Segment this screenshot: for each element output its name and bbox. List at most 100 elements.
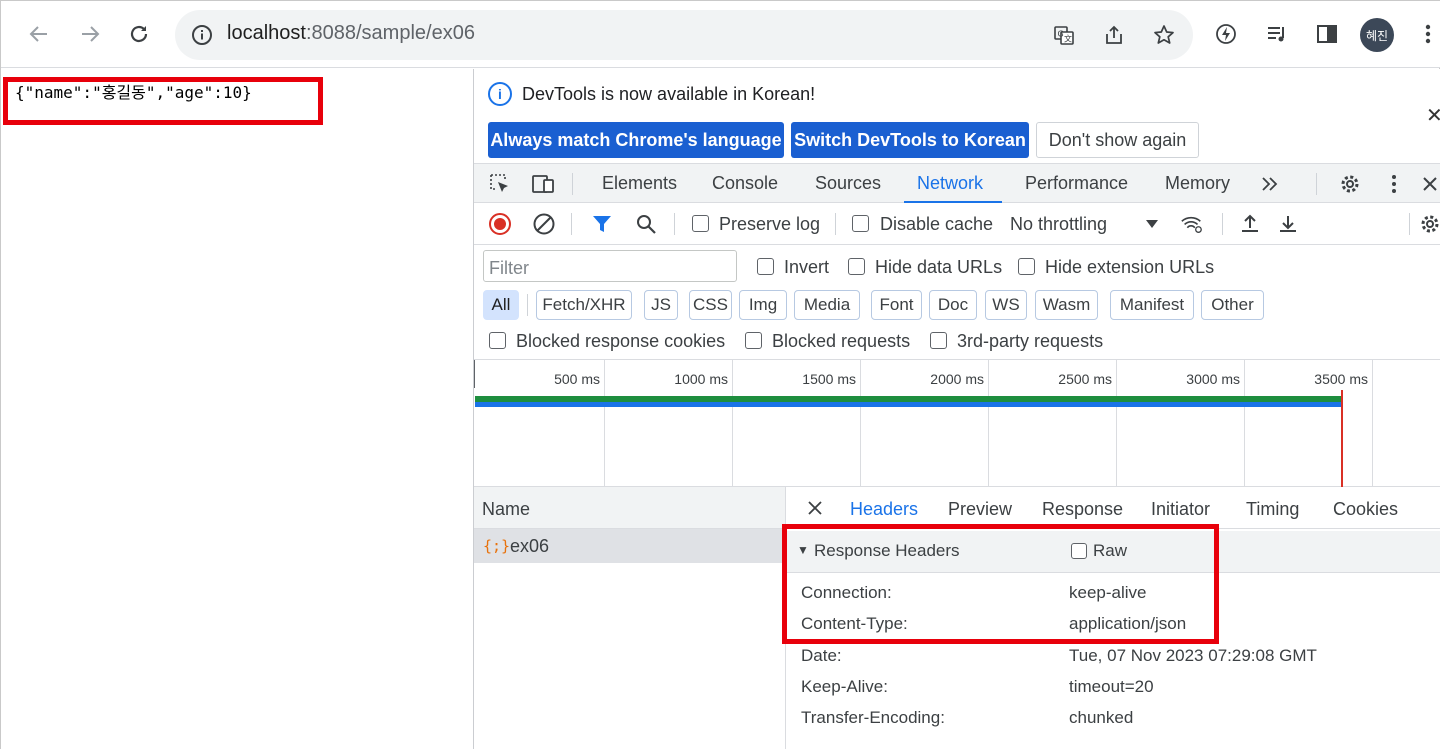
dont-show-again-button[interactable]: Don't show again: [1036, 122, 1199, 158]
network-overview-timeline[interactable]: 500 ms 1000 ms 1500 ms 2000 ms 2500 ms 3…: [474, 359, 1440, 488]
type-filter-other[interactable]: Other: [1201, 290, 1264, 320]
tab-network[interactable]: Network: [917, 173, 983, 194]
inspect-element-icon[interactable]: [488, 172, 512, 196]
hide-data-urls-checkbox[interactable]: [848, 258, 865, 275]
page-viewport: {"name":"홍길동","age":10}: [1, 69, 473, 749]
tab-performance[interactable]: Performance: [1025, 173, 1128, 194]
tab-memory[interactable]: Memory: [1165, 173, 1230, 194]
detail-tab-cookies[interactable]: Cookies: [1333, 499, 1398, 520]
type-filter-manifest[interactable]: Manifest: [1110, 290, 1194, 320]
hide-extension-urls-checkbox[interactable]: [1018, 258, 1035, 275]
dropdown-arrow-icon[interactable]: [1140, 212, 1164, 236]
timeline-load-marker: [1341, 390, 1343, 488]
side-panel-icon[interactable]: [1313, 20, 1341, 48]
blocked-requests-checkbox[interactable]: [745, 332, 762, 349]
settings-gear-icon[interactable]: [1338, 172, 1362, 196]
share-icon[interactable]: [1101, 22, 1127, 48]
timeline-tick-label: 1500 ms: [802, 371, 856, 387]
url-path: :8088/sample/ex06: [305, 22, 475, 44]
filter-funnel-icon[interactable]: [590, 212, 614, 236]
type-filter-all[interactable]: All: [483, 290, 519, 320]
tab-elements[interactable]: Elements: [602, 173, 677, 194]
record-stop-icon[interactable]: [488, 212, 512, 236]
header-name: Date:: [801, 646, 842, 665]
type-filter-doc[interactable]: Doc: [929, 290, 977, 320]
request-row[interactable]: {;} ex06: [474, 529, 786, 563]
match-language-button[interactable]: Always match Chrome's language: [488, 122, 784, 158]
tabbar-separator: [1316, 173, 1317, 195]
address-bar[interactable]: localhost:8088/sample/ex06 G文: [175, 10, 1193, 60]
detail-tab-preview[interactable]: Preview: [948, 499, 1012, 520]
reload-button[interactable]: [124, 19, 154, 49]
invert-label: Invert: [784, 257, 830, 277]
url-host: localhost: [227, 22, 306, 44]
devtools-tabbar: Elements Console Sources Network Perform…: [474, 163, 1440, 203]
type-filter-ws[interactable]: WS: [985, 290, 1027, 320]
network-settings-icon[interactable]: [1418, 212, 1440, 236]
timeline-gridline: [1116, 360, 1117, 488]
detail-tab-timing[interactable]: Timing: [1246, 499, 1299, 520]
forward-button[interactable]: [75, 19, 105, 49]
timeline-gridline: [1244, 360, 1245, 488]
name-column-header[interactable]: Name: [474, 487, 786, 529]
type-filter-js[interactable]: JS: [644, 290, 678, 320]
type-filter-wasm[interactable]: Wasm: [1035, 290, 1098, 320]
blocked-cookies-label: Blocked response cookies: [516, 331, 726, 351]
browser-menu-icon[interactable]: [1414, 20, 1440, 48]
blocked-cookies-checkbox[interactable]: [489, 332, 506, 349]
svg-text:G: G: [1058, 30, 1064, 39]
invert-checkbox[interactable]: [757, 258, 774, 275]
detail-tabbar: Headers Preview Response Initiator Timin…: [787, 487, 1440, 529]
timeline-tick-label: 3000 ms: [1186, 371, 1240, 387]
preserve-log-label: Preserve log: [719, 214, 821, 234]
close-devtools-icon[interactable]: [1418, 172, 1440, 196]
type-filter-img[interactable]: Img: [739, 290, 787, 320]
url-text[interactable]: localhost:8088/sample/ex06: [227, 22, 475, 45]
export-har-icon[interactable]: [1276, 212, 1300, 236]
blocked-requests-label: Blocked requests: [772, 331, 911, 351]
back-button[interactable]: [24, 19, 54, 49]
timeline-gridline: [604, 360, 605, 488]
more-tabs-icon[interactable]: [1258, 172, 1282, 196]
import-har-icon[interactable]: [1238, 212, 1262, 236]
type-filter-css[interactable]: CSS: [689, 290, 732, 320]
timeline-tick-label: 3500 ms: [1314, 371, 1368, 387]
media-playlist-icon[interactable]: [1263, 20, 1291, 48]
devtools-panel: i DevTools is now available in Korean! ✕…: [473, 69, 1440, 749]
devtools-menu-icon[interactable]: [1382, 172, 1406, 196]
type-filter-font[interactable]: Font: [871, 290, 922, 320]
preserve-log-checkbox[interactable]: [692, 215, 709, 232]
toolbar-separator: [835, 213, 836, 235]
clear-icon[interactable]: [532, 212, 556, 236]
detail-tab-response[interactable]: Response: [1042, 499, 1123, 520]
detail-tab-initiator[interactable]: Initiator: [1151, 499, 1210, 520]
infobar-close-icon[interactable]: ✕: [1426, 103, 1440, 128]
filter-row: Filter Invert Hide data URLs Hide extens…: [474, 245, 1440, 287]
third-party-checkbox[interactable]: [930, 332, 947, 349]
infobar-message: DevTools is now available in Korean!: [522, 84, 816, 104]
browser-toolbar: localhost:8088/sample/ex06 G文 혜진: [1, 1, 1440, 68]
throttling-select[interactable]: No throttling: [1010, 214, 1107, 235]
bookmark-star-icon[interactable]: [1151, 22, 1177, 48]
search-icon[interactable]: [634, 212, 658, 236]
type-filter-fetch-xhr[interactable]: Fetch/XHR: [536, 290, 632, 320]
disable-cache-checkbox[interactable]: [852, 215, 869, 232]
site-info-icon[interactable]: [189, 22, 215, 48]
network-conditions-icon[interactable]: [1180, 212, 1204, 236]
header-value: chunked: [1069, 708, 1134, 727]
json-file-icon: {;}: [483, 537, 511, 555]
performance-icon[interactable]: [1212, 20, 1240, 48]
profile-avatar[interactable]: 혜진: [1360, 18, 1394, 52]
svg-text:文: 文: [1064, 34, 1072, 44]
filter-input[interactable]: Filter: [483, 250, 737, 282]
switch-korean-button[interactable]: Switch DevTools to Korean: [791, 122, 1029, 158]
close-detail-icon[interactable]: [803, 496, 827, 520]
detail-tab-headers[interactable]: Headers: [850, 499, 918, 520]
timeline-start-marker: [474, 360, 475, 388]
tab-sources[interactable]: Sources: [815, 173, 881, 194]
toolbar-separator: [1222, 213, 1223, 235]
device-toolbar-icon[interactable]: [531, 172, 555, 196]
tab-console[interactable]: Console: [712, 173, 778, 194]
type-filter-media[interactable]: Media: [794, 290, 860, 320]
translate-icon[interactable]: G文: [1051, 22, 1077, 48]
